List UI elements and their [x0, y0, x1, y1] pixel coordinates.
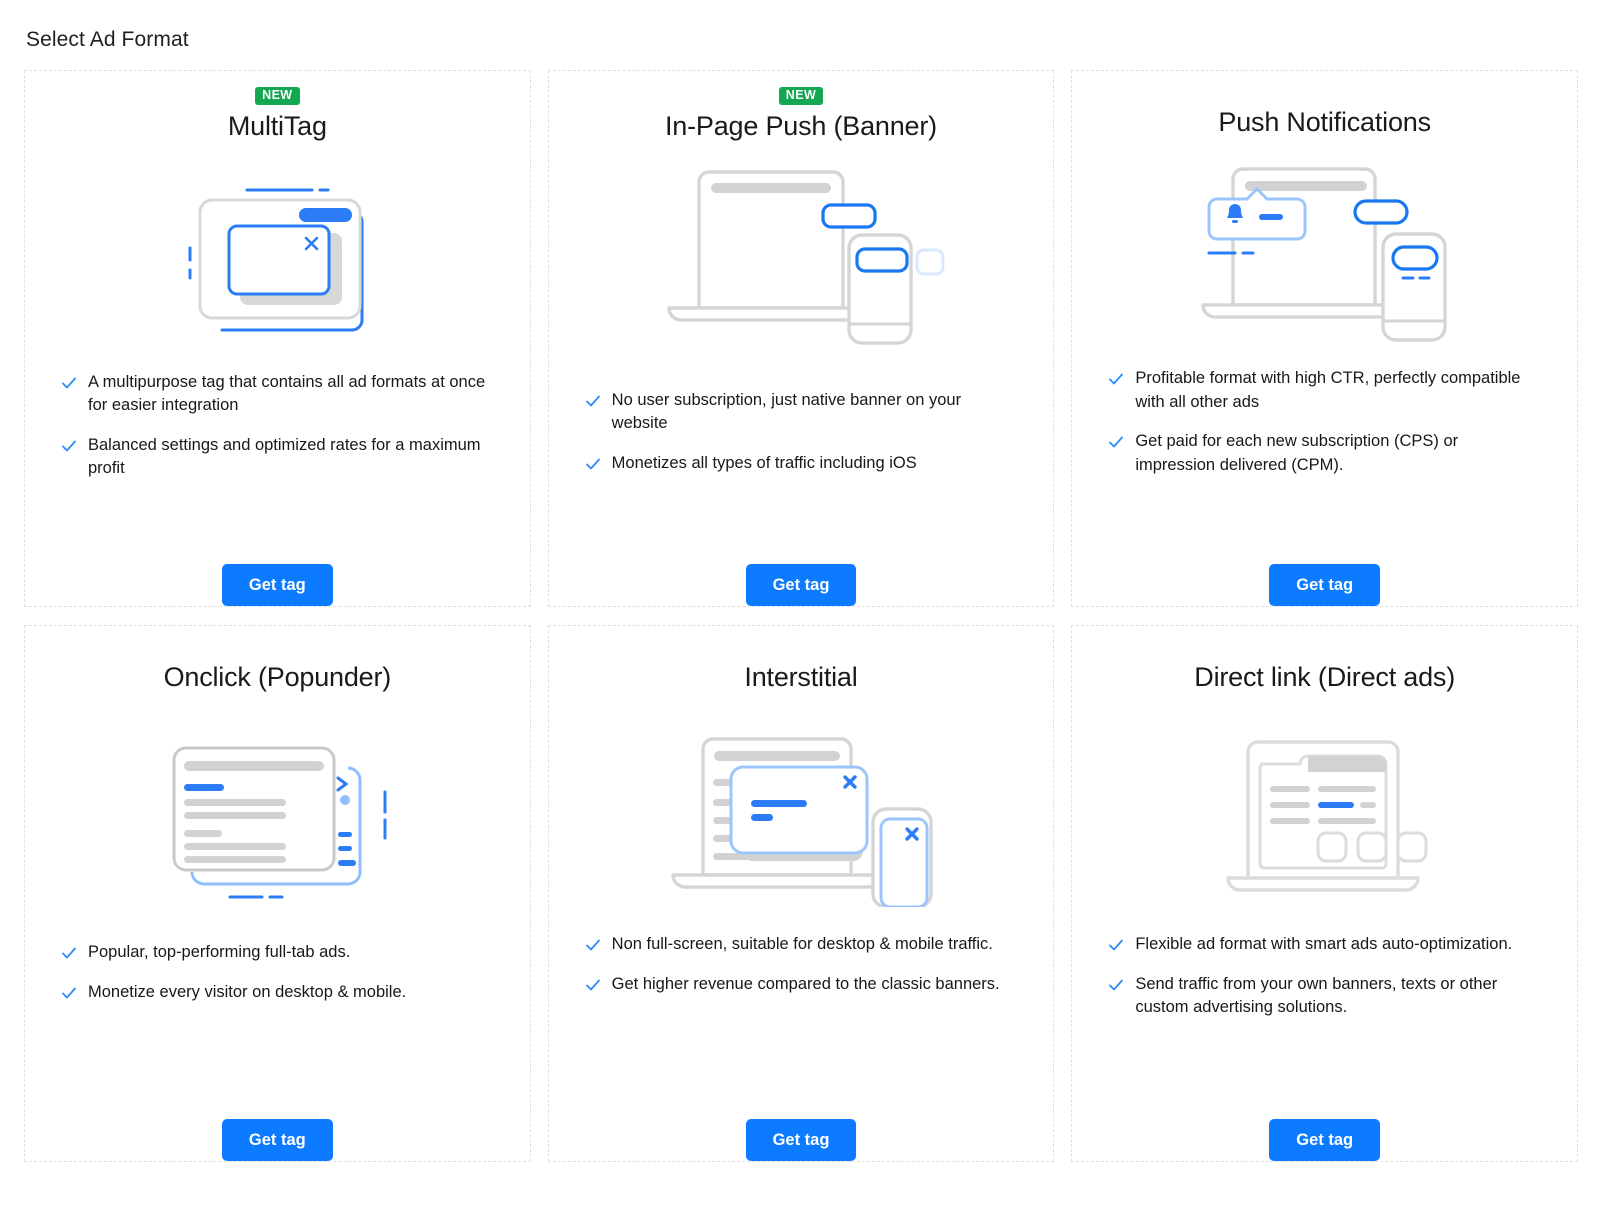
- check-icon: [585, 458, 600, 470]
- button-container: Get tag: [1094, 563, 1555, 606]
- onclick-popunder-illustration: [47, 707, 508, 917]
- list-item-label: Get higher revenue compared to the class…: [611, 974, 1000, 993]
- feature-list: Popular, top-performing full-tab ads. Mo…: [47, 941, 508, 1062]
- feature-list: A multipurpose tag that contains all ad …: [47, 371, 508, 550]
- interstitial-illustration: [571, 707, 1032, 917]
- get-tag-button[interactable]: Get tag: [1269, 563, 1381, 606]
- get-tag-button[interactable]: Get tag: [745, 1118, 857, 1161]
- card-title: Direct link (Direct ads): [1194, 662, 1456, 692]
- list-item: No user subscription, just native banner…: [585, 389, 1018, 436]
- check-icon: [62, 947, 76, 959]
- check-icon: [585, 939, 600, 951]
- get-tag-button[interactable]: Get tag: [221, 563, 333, 606]
- list-item: Profitable format with high CTR, perfect…: [1108, 367, 1541, 414]
- ad-format-card-onclick-popunder[interactable]: Onclick (Popunder) Popular, top-performi…: [24, 625, 531, 1162]
- check-icon: [1109, 436, 1124, 448]
- check-icon: [1109, 979, 1124, 991]
- list-item: Monetize every visitor on desktop & mobi…: [61, 981, 494, 1004]
- list-item: A multipurpose tag that contains all ad …: [61, 371, 494, 418]
- feature-list: Flexible ad format with smart ads auto-o…: [1094, 933, 1555, 1096]
- check-icon: [585, 979, 600, 991]
- list-item-label: Monetize every visitor on desktop & mobi…: [88, 982, 407, 1001]
- check-icon: [62, 377, 76, 389]
- list-item: Flexible ad format with smart ads auto-o…: [1108, 933, 1541, 956]
- list-item-label: Profitable format with high CTR, perfect…: [1135, 369, 1521, 411]
- card-title: Interstitial: [744, 662, 858, 692]
- button-container: Get tag: [47, 1118, 508, 1161]
- card-title: Onclick (Popunder): [163, 662, 392, 692]
- check-icon: [62, 987, 76, 999]
- list-item-label: No user subscription, just native banner…: [611, 390, 962, 433]
- feature-list: No user subscription, just native banner…: [571, 389, 1032, 550]
- button-container: Get tag: [571, 563, 1032, 606]
- list-item-label: Monetizes all types of traffic including…: [611, 453, 917, 472]
- check-icon: [62, 440, 76, 452]
- button-container: Get tag: [47, 563, 508, 606]
- button-container: Get tag: [1094, 1118, 1555, 1161]
- ad-format-card-multitag[interactable]: NEW MultiTag A multipurpose tag that con…: [24, 70, 531, 607]
- list-item: Balanced settings and optimized rates fo…: [61, 434, 494, 481]
- list-item-label: Send traffic from your own banners, text…: [1135, 974, 1498, 1017]
- direct-link-illustration: [1094, 707, 1555, 917]
- list-item-label: Popular, top-performing full-tab ads.: [88, 943, 351, 962]
- ad-format-card-direct-link[interactable]: Direct link (Direct ads) Flexible ad for…: [1071, 625, 1578, 1162]
- ad-format-card-push-notifications[interactable]: Push Notifications Profitable format wit…: [1071, 70, 1578, 607]
- ad-format-grid: NEW MultiTag A multipurpose tag that con…: [24, 70, 1578, 1162]
- list-item-label: A multipurpose tag that contains all ad …: [88, 372, 486, 415]
- list-item: Get paid for each new subscription (CPS)…: [1108, 430, 1541, 477]
- list-item: Monetizes all types of traffic including…: [585, 452, 1018, 475]
- in-page-push-illustration: [571, 148, 1032, 363]
- ad-format-page: Select Ad Format NEW MultiTag A multipur…: [0, 0, 1602, 1162]
- get-tag-button[interactable]: Get tag: [745, 563, 857, 606]
- list-item: Get higher revenue compared to the class…: [585, 973, 1018, 996]
- feature-list: Profitable format with high CTR, perfect…: [1094, 367, 1555, 549]
- list-item: Popular, top-performing full-tab ads.: [61, 941, 494, 964]
- button-container: Get tag: [571, 1118, 1032, 1161]
- card-title: MultiTag: [227, 110, 327, 141]
- check-icon: [1109, 373, 1124, 385]
- feature-list: Non full-screen, suitable for desktop & …: [571, 933, 1032, 1096]
- push-notifications-illustration: [1094, 144, 1555, 359]
- list-item-label: Balanced settings and optimized rates fo…: [88, 435, 481, 478]
- check-icon: [585, 395, 600, 407]
- list-item-label: Get paid for each new subscription (CPS)…: [1135, 432, 1459, 474]
- card-title: In-Page Push (Banner): [665, 110, 937, 141]
- multitag-illustration: [47, 148, 508, 363]
- list-item-label: Flexible ad format with smart ads auto-o…: [1135, 935, 1513, 954]
- get-tag-button[interactable]: Get tag: [221, 1118, 333, 1161]
- ad-format-card-in-page-push[interactable]: NEW In-Page Push (Banner) No user subscr…: [547, 70, 1055, 607]
- ad-format-card-interstitial[interactable]: Interstitial Non full-screen, suitable f…: [547, 625, 1055, 1162]
- new-badge: NEW: [778, 87, 824, 105]
- list-item-label: Non full-screen, suitable for desktop & …: [611, 935, 993, 954]
- list-item: Send traffic from your own banners, text…: [1108, 973, 1541, 1020]
- new-badge: NEW: [255, 87, 300, 105]
- page-title: Select Ad Format: [26, 28, 189, 51]
- check-icon: [1109, 939, 1124, 951]
- card-title: Push Notifications: [1218, 107, 1431, 137]
- list-item: Non full-screen, suitable for desktop & …: [585, 933, 1018, 956]
- get-tag-button[interactable]: Get tag: [1269, 1118, 1381, 1161]
